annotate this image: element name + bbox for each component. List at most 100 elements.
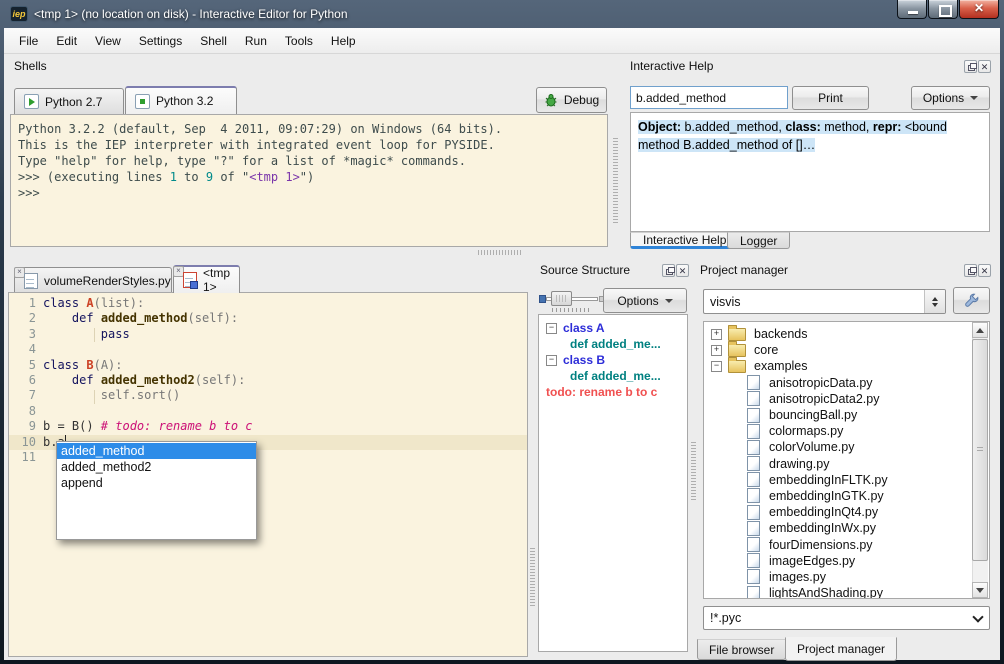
source-structure-item[interactable]: −class A (539, 320, 687, 336)
project-tree-item[interactable]: +backends (704, 326, 989, 342)
expander-icon[interactable]: + (711, 329, 722, 340)
file-icon (747, 472, 760, 487)
code-line[interactable]: 6 def added_method2(self): (9, 373, 527, 388)
expander-icon[interactable]: − (546, 323, 557, 334)
project-tree-item[interactable]: anisotropicData.py (704, 375, 989, 391)
float-panel-icon[interactable] (662, 264, 675, 277)
splitter-handle[interactable] (613, 138, 618, 224)
menu-help[interactable]: Help (322, 30, 365, 52)
editor-tab-tmp1[interactable]: <tmp 1> (173, 265, 240, 293)
file-icon (747, 586, 760, 599)
line-number: 10 (9, 435, 43, 450)
options-button-label: Options (923, 91, 964, 105)
autocomplete-item[interactable]: added_method (57, 443, 256, 459)
project-tree-item[interactable]: imageEdges.py (704, 553, 989, 569)
project-tree-item[interactable]: − examples (704, 358, 989, 374)
tab-file-browser[interactable]: File browser (697, 639, 786, 660)
shell-tab-python-2-7[interactable]: Python 2.7 (14, 88, 124, 114)
project-tree-item[interactable]: lightsAndShading.py (704, 585, 989, 599)
menu-run[interactable]: Run (236, 30, 276, 52)
code-line[interactable]: 7 self.sort() (9, 388, 527, 403)
project-tree-item[interactable]: embeddingInFLTK.py (704, 472, 989, 488)
splitter-handle[interactable] (530, 548, 535, 606)
shell-tab-python-3-2[interactable]: Python 3.2 (125, 86, 237, 114)
maximize-button[interactable] (928, 0, 958, 19)
project-select-combo[interactable]: visvis (703, 289, 946, 314)
menu-file[interactable]: File (10, 30, 47, 52)
tab-logger[interactable]: Logger (727, 232, 790, 249)
code-line[interactable]: 5class B(A): (9, 358, 527, 373)
close-button[interactable] (959, 0, 999, 19)
source-structure-item[interactable]: def added_me... (539, 368, 687, 384)
help-query-input[interactable] (630, 86, 788, 109)
project-tree-item[interactable]: fourDimensions.py (704, 536, 989, 552)
spinner-arrows-icon[interactable] (924, 290, 945, 313)
tree-item-label: embeddingInFLTK.py (769, 473, 888, 487)
expander-icon[interactable]: − (546, 355, 557, 366)
project-tree: +backends+core − examples anisotropicData.p… (703, 321, 990, 599)
tree-item-label: anisotropicData.py (769, 376, 873, 390)
file-icon (747, 440, 760, 455)
project-tree-item[interactable]: colorVolume.py (704, 439, 989, 455)
tree-item-label: imageEdges.py (769, 554, 855, 568)
editor-tab-volumerenderstyles[interactable]: volumeRenderStyles.py (14, 267, 172, 293)
source-structure-item[interactable]: todo: rename b to c (539, 384, 687, 400)
project-tree-item[interactable]: colormaps.py (704, 423, 989, 439)
tree-item-label: examples (754, 359, 808, 373)
folder-icon (728, 328, 746, 341)
project-tree-item[interactable]: embeddingInQt4.py (704, 504, 989, 520)
code-line[interactable]: 1class A(list): (9, 296, 527, 311)
project-tree-item[interactable]: images.py (704, 569, 989, 585)
project-tree-item[interactable]: drawing.py (704, 456, 989, 472)
depth-slider-handle[interactable] (551, 291, 572, 306)
shell-line: >>> (18, 185, 604, 201)
close-panel-icon[interactable] (978, 264, 991, 277)
scrollbar-thumb[interactable] (972, 339, 988, 561)
code-line[interactable]: 8 (9, 404, 527, 419)
line-number: 2 (9, 311, 43, 326)
close-panel-icon[interactable] (978, 60, 991, 73)
menu-shell[interactable]: Shell (191, 30, 236, 52)
project-config-button[interactable] (953, 287, 990, 314)
close-panel-icon[interactable] (676, 264, 689, 277)
scroll-down-icon[interactable] (972, 582, 988, 598)
menu-settings[interactable]: Settings (130, 30, 191, 52)
project-tree-item[interactable]: embeddingInWx.py (704, 520, 989, 536)
expander-icon[interactable]: − (711, 361, 722, 372)
minimize-button[interactable] (897, 0, 927, 19)
help-options-button[interactable]: Options (911, 86, 990, 110)
code-line[interactable]: 2 def added_method(self): (9, 311, 527, 326)
splitter-handle[interactable] (691, 442, 696, 500)
autocomplete-item[interactable]: append (57, 475, 256, 491)
menu-edit[interactable]: Edit (47, 30, 86, 52)
wrench-icon (963, 292, 980, 309)
chevron-down-icon[interactable] (967, 607, 989, 629)
project-tree-item[interactable]: anisotropicData2.py (704, 391, 989, 407)
scroll-up-icon[interactable] (972, 322, 988, 338)
project-tree-item[interactable]: +core (704, 342, 989, 358)
help-dock-title: Interactive Help (630, 59, 713, 73)
structure-options-button[interactable]: Options (603, 288, 687, 313)
code-line[interactable]: 9b = B() # todo: rename b to c (9, 419, 527, 434)
tab-label: Project manager (797, 642, 885, 656)
line-number: 4 (9, 342, 43, 357)
source-structure-item[interactable]: def added_me... (539, 336, 687, 352)
file-filter-combo[interactable]: !*.pyc (703, 606, 990, 630)
float-panel-icon[interactable] (964, 60, 977, 73)
menu-view[interactable]: View (86, 30, 130, 52)
debug-button[interactable]: Debug (536, 87, 607, 113)
tab-project-manager[interactable]: Project manager (785, 637, 897, 661)
project-tree-item[interactable]: bouncingBall.py (704, 407, 989, 423)
code-line[interactable]: 3 pass (9, 327, 527, 342)
tab-interactive-help[interactable]: Interactive Help (630, 232, 739, 249)
autocomplete-item[interactable]: added_method2 (57, 459, 256, 475)
expander-icon[interactable]: + (711, 345, 722, 356)
float-panel-icon[interactable] (964, 264, 977, 277)
project-tree-item[interactable]: embeddingInGTK.py (704, 488, 989, 504)
splitter-handle[interactable] (478, 250, 522, 255)
print-button[interactable]: Print (792, 86, 869, 110)
code-line[interactable]: 4 (9, 342, 527, 357)
autocomplete-popup: added_methodadded_method2append (56, 441, 257, 540)
source-structure-item[interactable]: −class B (539, 352, 687, 368)
menu-tools[interactable]: Tools (276, 30, 322, 52)
